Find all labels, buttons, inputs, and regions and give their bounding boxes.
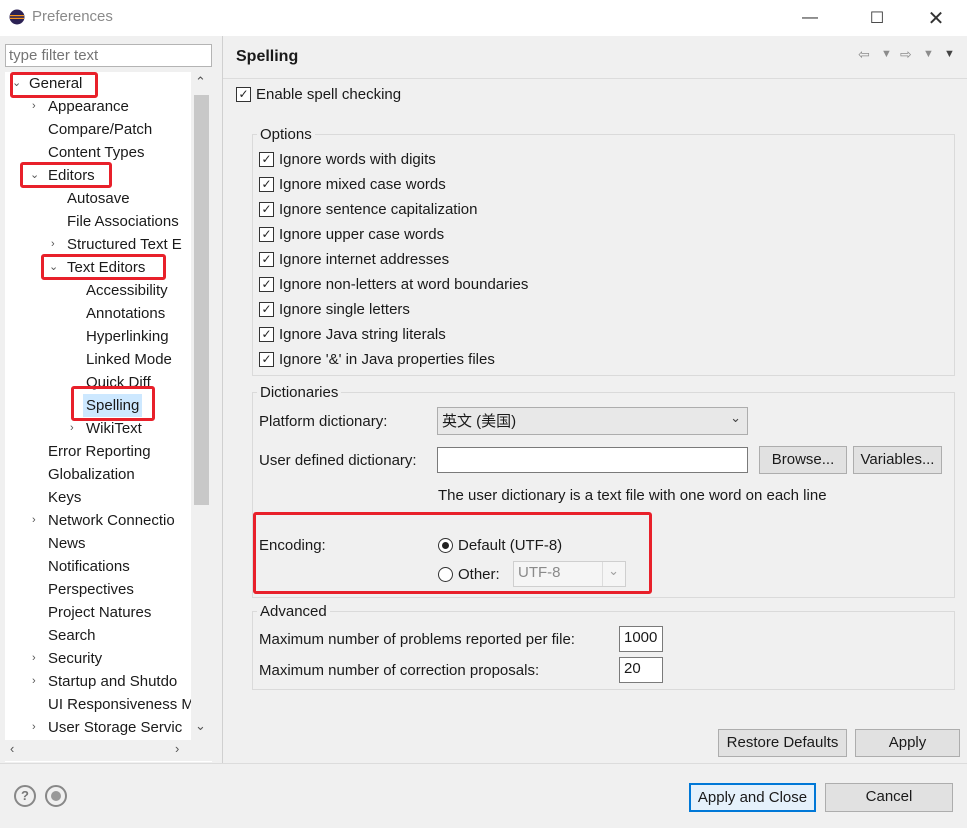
tree-item-notifications[interactable]: Notifications [48,555,130,578]
cancel-button[interactable]: Cancel [825,783,953,812]
ignore-single-letters-label: Ignore single letters [279,301,410,318]
dialog-button-bar [0,763,967,828]
tree-item-annotations[interactable]: Annotations [86,302,165,325]
import-export-icon[interactable] [45,785,67,807]
advanced-group-title: Advanced [257,603,330,620]
tree-scroll-thumb[interactable] [194,95,209,505]
scroll-up-icon[interactable]: ⌃ [195,74,206,90]
help-icon[interactable]: ? [14,785,36,807]
ignore-non-letters-label: Ignore non-letters at word boundaries [279,276,529,293]
tree-item-content-types[interactable]: Content Types [48,141,144,164]
tree-item-globalization[interactable]: Globalization [48,463,135,486]
apply-button[interactable]: Apply [855,729,960,757]
eclipse-icon [9,9,25,25]
ignore-ampersand-label: Ignore '&' in Java properties files [279,351,495,368]
user-dictionary-hint: The user dictionary is a text file with … [438,487,827,504]
tree-item-news[interactable]: News [48,532,86,555]
ignore-sentence-cap-label: Ignore sentence capitalization [279,201,478,218]
tree-item-linked-mode[interactable]: Linked Mode [86,348,172,371]
tree-item-project-natures[interactable]: Project Natures [48,601,151,624]
ignore-single-letters-checkbox[interactable]: ✓ [259,302,274,317]
back-arrow-icon[interactable]: ⇦ [858,46,870,63]
max-problems-input[interactable]: 1000 [619,626,663,652]
user-dictionary-input[interactable] [437,447,748,473]
ignore-non-letters-checkbox[interactable]: ✓ [259,277,274,292]
scroll-down-icon[interactable]: ⌄ [195,718,206,734]
chevron-right-icon[interactable]: › [32,647,36,670]
enable-spell-checkbox[interactable]: ✓ [236,87,251,102]
chevron-right-icon[interactable]: › [32,509,36,532]
dictionaries-group-title: Dictionaries [257,384,342,401]
apply-and-close-button[interactable]: Apply and Close [689,783,816,812]
tree-item-ui-responsiveness[interactable]: UI Responsiveness M [48,693,194,716]
ignore-mixed-case-label: Ignore mixed case words [279,176,446,193]
max-problems-label: Maximum number of problems reported per … [259,631,575,648]
forward-menu-icon[interactable]: ▼ [923,48,934,60]
platform-dictionary-label: Platform dictionary: [259,413,388,430]
title-separator [223,78,967,79]
enable-spell-label: Enable spell checking [256,86,402,103]
ignore-sentence-cap-checkbox[interactable]: ✓ [259,202,274,217]
browse-button[interactable]: Browse... [759,446,847,474]
max-proposals-label: Maximum number of correction proposals: [259,662,540,679]
restore-defaults-button[interactable]: Restore Defaults [718,729,847,757]
chevron-right-icon[interactable]: › [32,716,36,739]
page-title: Spelling [236,48,299,65]
platform-dictionary-value: 英文 (美国) [442,413,517,430]
tree-item-search[interactable]: Search [48,624,96,647]
highlight-encoding [253,512,652,594]
ignore-ampersand-checkbox[interactable]: ✓ [259,352,274,367]
import-export-dot [51,791,61,801]
title-bar: Preferences — ☐ ✕ [0,0,967,36]
close-icon[interactable]: ✕ [913,0,959,36]
ignore-digits-label: Ignore words with digits [279,151,436,168]
options-group-title: Options [257,126,315,143]
minimize-icon[interactable]: — [787,0,833,36]
maximize-icon[interactable]: ☐ [854,0,900,36]
scroll-left-icon[interactable]: ‹ [10,741,14,756]
tree-item-file-associations[interactable]: File Associations [67,210,179,233]
ignore-java-strings-checkbox[interactable]: ✓ [259,327,274,342]
ignore-upper-case-checkbox[interactable]: ✓ [259,227,274,242]
highlight-general [10,72,98,98]
tree-item-compare-patch[interactable]: Compare/Patch [48,118,152,141]
variables-button[interactable]: Variables... [853,446,942,474]
scroll-right-icon[interactable]: › [175,741,179,756]
window-title: Preferences [32,8,113,25]
view-menu-icon[interactable]: ▼ [944,48,955,60]
tree-item-perspectives[interactable]: Perspectives [48,578,134,601]
highlight-spelling [71,386,155,421]
forward-arrow-icon[interactable]: ⇨ [900,46,912,63]
back-menu-icon[interactable]: ▼ [881,48,892,60]
ignore-upper-case-label: Ignore upper case words [279,226,445,243]
highlight-text-editors [41,254,166,280]
tree-item-error-reporting[interactable]: Error Reporting [48,440,151,463]
chevron-right-icon[interactable]: › [51,233,55,256]
ignore-mixed-case-checkbox[interactable]: ✓ [259,177,274,192]
chevron-right-icon[interactable]: › [32,95,36,118]
max-proposals-input[interactable]: 20 [619,657,663,683]
tree-item-hyperlinking[interactable]: Hyperlinking [86,325,169,348]
filter-input[interactable] [5,44,212,67]
tree-item-autosave[interactable]: Autosave [67,187,130,210]
tree-item-keys[interactable]: Keys [48,486,81,509]
tree-horizontal-scrollbar[interactable]: ‹ › [5,740,212,761]
ignore-internet-checkbox[interactable]: ✓ [259,252,274,267]
ignore-digits-checkbox[interactable]: ✓ [259,152,274,167]
ignore-java-strings-label: Ignore Java string literals [279,326,446,343]
chevron-down-icon: ⌄ [730,410,741,425]
highlight-editors [20,162,112,188]
tree-item-accessibility[interactable]: Accessibility [86,279,168,302]
ignore-internet-label: Ignore internet addresses [279,251,450,268]
chevron-right-icon[interactable]: › [32,670,36,693]
user-dictionary-label: User defined dictionary: [259,452,417,469]
platform-dictionary-select[interactable]: 英文 (美国) ⌄ [437,407,748,435]
